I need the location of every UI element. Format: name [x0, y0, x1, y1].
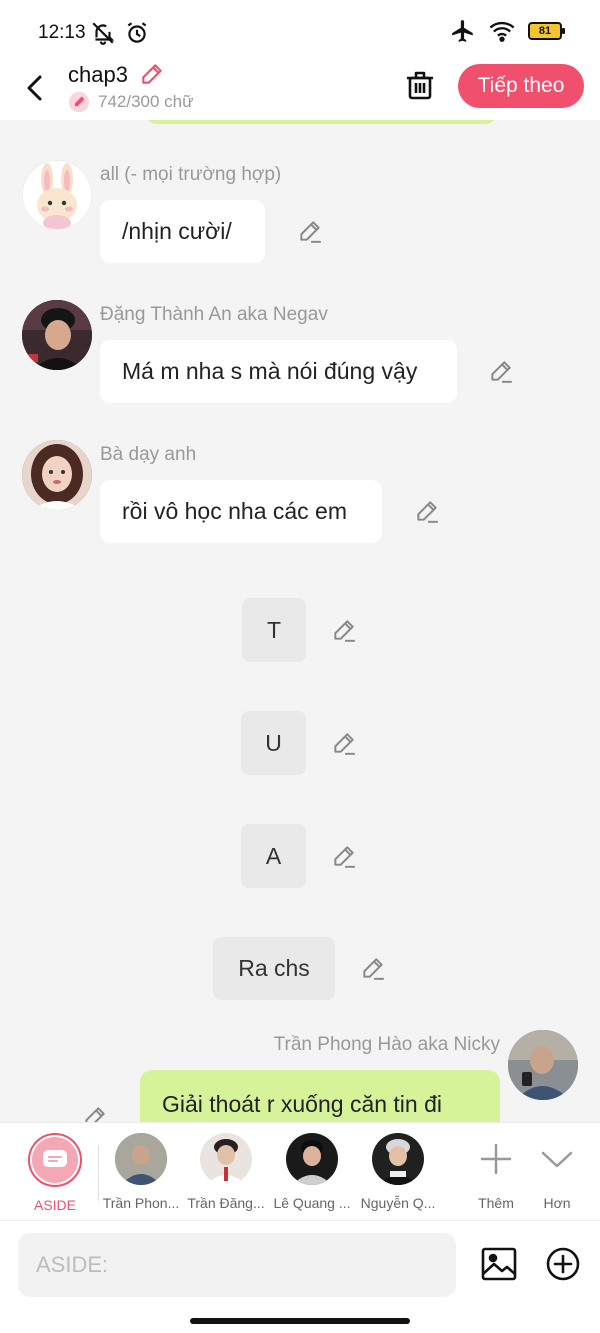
- sender-name: Bà dạy anh: [100, 444, 197, 465]
- avatar-negav[interactable]: [22, 300, 92, 370]
- aside-input[interactable]: [18, 1233, 456, 1297]
- message-text: Má m nha s mà nói đúng vậy: [122, 358, 418, 384]
- edit-message-icon[interactable]: [82, 1104, 108, 1122]
- edit-message-icon[interactable]: [297, 218, 323, 244]
- message-text: /nhịn cười/: [122, 218, 232, 244]
- previous-message-bubble: [145, 120, 497, 124]
- character-avatar: [200, 1133, 252, 1185]
- edit-title-icon[interactable]: [139, 61, 165, 87]
- narration-bubble[interactable]: Ra chs: [213, 937, 335, 1000]
- home-indicator: [190, 1318, 410, 1324]
- edit-message-icon[interactable]: [414, 498, 440, 524]
- sender-name: Đặng Thành An aka Negav: [100, 304, 328, 325]
- trash-icon[interactable]: [404, 68, 436, 102]
- message-bubble[interactable]: /nhịn cười/: [100, 200, 265, 263]
- edit-narration-icon[interactable]: [331, 730, 357, 756]
- status-icons-left: [90, 20, 150, 46]
- battery-level: 81: [538, 25, 552, 37]
- character-item[interactable]: Lê Quang ...: [270, 1133, 354, 1211]
- word-count: 742/300 chữ: [98, 92, 194, 111]
- character-selector: ASIDE Trần Phon... Trần Đăng... Lê Quang…: [0, 1122, 600, 1220]
- bunny-avatar-icon: [23, 161, 91, 229]
- alarm-icon: [127, 22, 147, 43]
- narration-text: A: [265, 842, 282, 869]
- chapter-title[interactable]: chap3: [68, 62, 128, 88]
- message-text: Giải thoát r xuống căn tin đi: [162, 1090, 442, 1117]
- avatar-ba-day-anh[interactable]: [22, 440, 92, 510]
- aside-avatar: [28, 1133, 82, 1187]
- person-avatar-icon: [22, 300, 92, 370]
- chat-area[interactable]: all (- mọi trường hợp) /nhịn cười/ Đặng …: [0, 120, 600, 1122]
- image-icon[interactable]: [480, 1245, 518, 1283]
- avatar-nicky[interactable]: [508, 1030, 578, 1100]
- message-text: rồi vô học nha các em: [122, 498, 348, 524]
- character-avatar: [372, 1133, 424, 1185]
- back-button[interactable]: [20, 70, 50, 106]
- status-icons-right: 81: [450, 18, 565, 44]
- narration-bubble[interactable]: A: [241, 824, 306, 888]
- narration-bubble[interactable]: U: [241, 711, 306, 775]
- character-item[interactable]: Trần Đăng...: [184, 1133, 268, 1211]
- add-circle-icon[interactable]: [544, 1245, 582, 1283]
- wifi-icon: [489, 21, 515, 42]
- chat-bubble-icon: [43, 1150, 67, 1167]
- character-avatar: [286, 1133, 338, 1185]
- battery-icon: 81: [528, 22, 565, 40]
- message-bubble[interactable]: rồi vô học nha các em: [100, 480, 382, 543]
- character-item[interactable]: Trần Phon...: [99, 1133, 183, 1211]
- sender-name: all (- mọi trường hợp): [100, 164, 282, 185]
- next-button[interactable]: Tiếp theo: [458, 64, 584, 108]
- input-bar: [0, 1220, 600, 1333]
- expand-characters-button[interactable]: Hơn: [515, 1133, 599, 1211]
- bell-off-icon: [92, 22, 115, 45]
- character-name: Nguyễn Q...: [360, 1195, 436, 1211]
- character-item[interactable]: Nguyễn Q...: [356, 1133, 440, 1211]
- status-bar: 12:13 81: [0, 0, 600, 62]
- edit-message-icon[interactable]: [488, 358, 514, 384]
- avatar-all[interactable]: [22, 160, 92, 230]
- airplane-icon: [452, 20, 473, 42]
- editor-header: chap3 742/300 chữ Tiếp theo: [0, 62, 600, 120]
- edit-narration-icon[interactable]: [331, 843, 357, 869]
- character-avatar: [115, 1133, 167, 1185]
- edit-narration-icon[interactable]: [331, 617, 357, 643]
- narration-text: Ra chs: [238, 955, 310, 981]
- woman-avatar-icon: [22, 440, 92, 510]
- status-time: 12:13: [38, 22, 86, 43]
- narration-text: U: [265, 729, 282, 756]
- outgoing-message-bubble[interactable]: Giải thoát r xuống căn tin đi: [140, 1070, 500, 1122]
- edit-narration-icon[interactable]: [360, 955, 386, 981]
- character-name: Lê Quang ...: [273, 1195, 351, 1211]
- expand-characters-label: Hơn: [543, 1195, 571, 1211]
- narration-bubble[interactable]: T: [242, 598, 306, 662]
- character-name: ASIDE: [33, 1197, 76, 1213]
- narration-text: T: [266, 616, 282, 643]
- sender-name: Trần Phong Hào aka Nicky: [273, 1034, 500, 1055]
- chevron-down-icon: [541, 1151, 573, 1168]
- character-name: Trần Phon...: [102, 1195, 180, 1211]
- character-name: Trần Đăng...: [187, 1195, 265, 1211]
- pencil-badge-icon: [68, 91, 90, 113]
- character-aside[interactable]: ASIDE: [13, 1133, 97, 1213]
- message-bubble[interactable]: Má m nha s mà nói đúng vậy: [100, 340, 457, 403]
- man-avatar-icon: [508, 1030, 578, 1100]
